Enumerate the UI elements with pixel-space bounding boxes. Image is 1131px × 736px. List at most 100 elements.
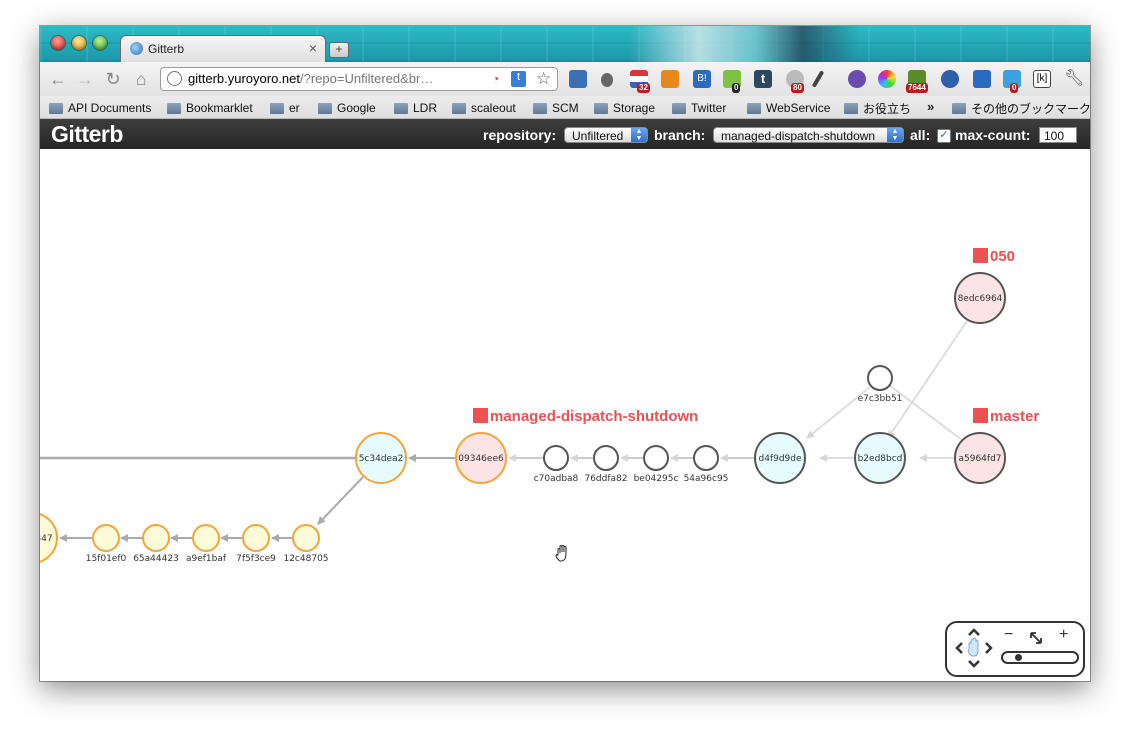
forward-arrow-icon[interactable]: → xyxy=(75,69,95,90)
graph-navigation-control: − + xyxy=(945,621,1085,677)
all-label: all: xyxy=(910,127,931,143)
browser-window: Gitterb × + ← → ↻ ⌂ gitterb.yuroyoro.net… xyxy=(40,26,1090,681)
folder-icon xyxy=(747,102,761,114)
branch-label: branch: xyxy=(654,127,706,143)
ref-tag[interactable]: managed-dispatch-shutdown xyxy=(473,408,698,425)
clock-icon[interactable] xyxy=(941,70,959,88)
window-zoom-button[interactable] xyxy=(93,36,107,50)
color-picker-icon[interactable] xyxy=(878,70,896,88)
bookmarks-bar: API Documents Bookmarklet er Google LDR … xyxy=(40,96,1090,119)
ref-tag[interactable]: master xyxy=(973,408,1039,425)
back-arrow-icon[interactable]: ← xyxy=(48,69,68,90)
commit-node[interactable]: 8edc6964 xyxy=(954,272,1006,324)
new-tab-button[interactable]: + xyxy=(329,42,349,58)
bookmark-folder[interactable]: お役立ち xyxy=(844,100,911,116)
commit-label: 76ddfa82 xyxy=(584,474,627,484)
commit-label: 7f5f3ce9 xyxy=(236,554,276,564)
folder-icon xyxy=(49,102,63,114)
commit-node[interactable]: a5964fd7 xyxy=(954,432,1006,484)
app-logo[interactable]: Gitterb xyxy=(51,121,123,148)
pan-hand-icon[interactable] xyxy=(967,637,979,657)
zoom-out-button[interactable]: − xyxy=(1004,626,1013,644)
all-checkbox[interactable]: ✓ xyxy=(937,129,951,143)
pan-left-icon[interactable] xyxy=(955,642,963,654)
commit-node[interactable]: 09346ee6 xyxy=(455,432,507,484)
commit-node[interactable]: 65a44423 xyxy=(133,524,179,564)
home-icon[interactable]: ⌂ xyxy=(131,69,151,90)
tab-close-icon[interactable]: × xyxy=(309,40,317,56)
commit-node[interactable]: c70adba8 xyxy=(534,445,579,484)
ref-tag[interactable]: 050 xyxy=(973,248,1015,265)
bookmark-star-icon[interactable]: ☆ xyxy=(536,69,551,89)
commit-graph-canvas[interactable]: 8edc6964 e7c3bb51 a5964fd7 b2ed8bcd d4f9… xyxy=(40,149,1090,681)
other-bookmarks-folder[interactable]: その他のブックマーク xyxy=(952,100,1090,116)
bookmark-folder[interactable]: WebService xyxy=(747,100,830,116)
page-action-icon[interactable]: ◔ xyxy=(492,72,506,86)
tumblr-page-icon[interactable]: t xyxy=(511,71,526,87)
list-extension-icon[interactable] xyxy=(569,70,587,88)
bookmark-folder[interactable]: Storage xyxy=(594,100,655,116)
commit-label: d4f9d9de xyxy=(758,454,801,464)
commit-node[interactable]: a9ef1baf xyxy=(186,524,227,564)
reload-icon[interactable]: ↻ xyxy=(103,69,123,90)
fit-to-screen-icon[interactable] xyxy=(1030,632,1042,644)
folder-icon xyxy=(394,102,408,114)
commit-label: 8edc6964 xyxy=(958,294,1003,304)
repository-label: repository: xyxy=(483,127,557,143)
pan-up-icon[interactable] xyxy=(968,628,980,636)
commit-node[interactable]: 347 xyxy=(40,513,58,563)
max-count-input[interactable]: 100 xyxy=(1039,127,1077,143)
commit-node[interactable]: 15f01ef0 xyxy=(86,524,127,564)
commit-node[interactable]: 7f5f3ce9 xyxy=(236,524,276,564)
tumblr-icon[interactable]: t xyxy=(754,70,772,88)
pan-right-icon[interactable] xyxy=(985,642,993,654)
bookmark-folder[interactable]: SCM xyxy=(533,100,579,116)
branch-select[interactable]: managed-dispatch-shutdown ▲ ▼ xyxy=(713,127,904,143)
zoom-slider-knob[interactable] xyxy=(1015,654,1022,661)
commit-node[interactable]: 76ddfa82 xyxy=(584,445,628,484)
bookmark-folder[interactable]: scaleout xyxy=(452,100,516,116)
tools-extension-icon[interactable] xyxy=(661,70,679,88)
hatena-bookmark-icon[interactable]: B! xyxy=(693,70,711,88)
commit-node[interactable]: d4f9d9de xyxy=(754,432,806,484)
ref-marker xyxy=(473,408,488,423)
bookmark-folder[interactable]: er xyxy=(270,100,300,116)
bookmarks-overflow-button[interactable]: » xyxy=(927,99,934,114)
extension-badge: 80 xyxy=(791,83,804,93)
zoom-slider[interactable] xyxy=(1001,651,1079,664)
ws-icon[interactable] xyxy=(848,70,866,88)
tab-bar: Gitterb × + xyxy=(40,26,1090,62)
commit-label: 54a96c95 xyxy=(684,474,729,484)
address-bar[interactable]: gitterb.yuroyoro.net/?repo=Unfiltered&br… xyxy=(160,67,558,91)
mail-extension-icon[interactable] xyxy=(601,73,613,87)
commit-node[interactable]: 5c34dea2 xyxy=(355,432,407,484)
commit-node[interactable]: b2ed8bcd xyxy=(854,432,906,484)
commit-label: e7c3bb51 xyxy=(858,394,903,404)
window-minimize-button[interactable] xyxy=(72,36,86,50)
commit-node[interactable]: e7c3bb51 xyxy=(858,365,903,404)
bookmark-folder[interactable]: LDR xyxy=(394,100,437,116)
folder-icon xyxy=(452,102,466,114)
window-close-button[interactable] xyxy=(51,36,65,50)
wrench-icon[interactable]: 🔧︎ xyxy=(1064,68,1084,88)
commit-node[interactable]: 54a96c95 xyxy=(684,445,729,484)
commit-label: b2ed8bcd xyxy=(858,454,903,464)
commit-node[interactable]: 12c48705 xyxy=(283,524,329,564)
pan-down-icon[interactable] xyxy=(968,660,980,668)
zoom-in-button[interactable]: + xyxy=(1059,626,1068,644)
extension-badge: 7644 xyxy=(906,83,928,93)
commit-node[interactable]: be04295c xyxy=(634,445,679,484)
k-extension-icon[interactable]: [k] xyxy=(1033,70,1051,88)
commit-graph[interactable]: 8edc6964 e7c3bb51 a5964fd7 b2ed8bcd d4f9… xyxy=(40,149,1090,681)
download-icon[interactable] xyxy=(973,70,991,88)
url-text[interactable]: gitterb.yuroyoro.net/?repo=Unfiltered&br… xyxy=(188,71,433,86)
bookmark-folder[interactable]: Google xyxy=(318,100,376,116)
ref-label: 050 xyxy=(990,248,1015,265)
tab-gitterb[interactable]: Gitterb × xyxy=(120,35,326,62)
bookmark-folder[interactable]: Twitter xyxy=(672,100,726,116)
repository-select[interactable]: Unfiltered ▲ ▼ xyxy=(564,127,648,143)
pen-icon[interactable] xyxy=(811,70,825,88)
site-info-icon[interactable] xyxy=(167,71,182,86)
bookmark-folder[interactable]: API Documents xyxy=(49,100,151,116)
bookmark-folder[interactable]: Bookmarklet xyxy=(167,100,253,116)
